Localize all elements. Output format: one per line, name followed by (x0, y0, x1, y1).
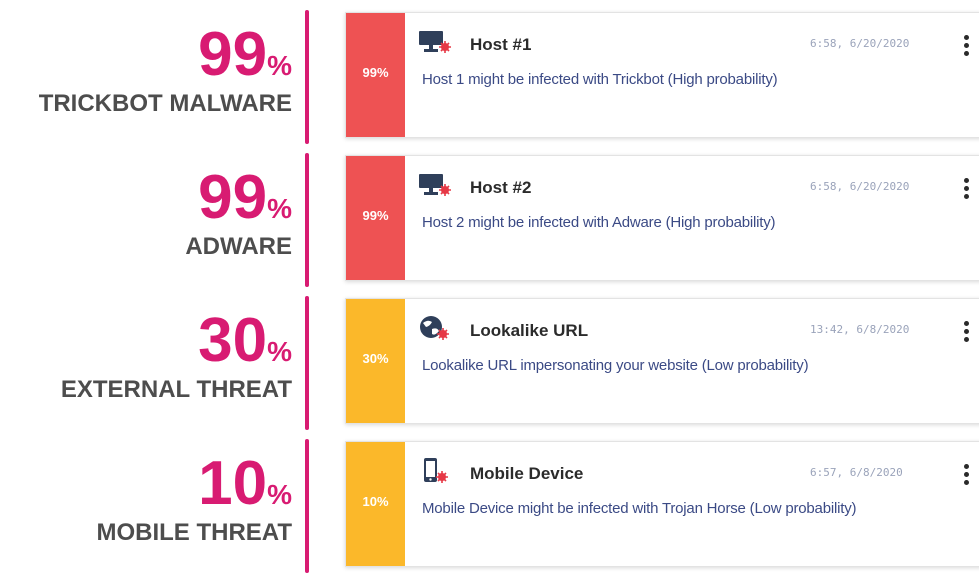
infected-host-icon (418, 172, 452, 198)
severity-bar: 99% (346, 13, 405, 137)
stat-percentage: 30% (198, 306, 292, 375)
alert-title: Lookalike URL (470, 321, 589, 340)
mobile-threat-icon (418, 458, 452, 484)
severity-bar: 99% (346, 156, 405, 280)
alert-timestamp: 6:57, 6/8/2020 (810, 466, 903, 479)
alert-description: Lookalike URL impersonating your website… (422, 357, 809, 374)
severity-bar: 10% (346, 442, 405, 566)
alert-description: Host 1 might be infected with Trickbot (… (422, 71, 778, 88)
stat-percentage: 99% (198, 20, 292, 89)
stat-label: EXTERNAL THREAT (60, 376, 292, 403)
threat-stat: 99% TRICKBOT MALWARE (0, 10, 292, 144)
threat-stat: 10% MOBILE THREAT (0, 439, 292, 573)
divider (305, 153, 309, 287)
alert-timestamp: 6:58, 6/20/2020 (810, 37, 910, 50)
severity-bar: 30% (346, 299, 405, 423)
stat-label: TRICKBOT MALWARE (38, 90, 292, 117)
more-options-icon[interactable] (962, 178, 970, 202)
threat-stat: 99% ADWARE (0, 153, 292, 287)
alert-description: Mobile Device might be infected with Tro… (422, 500, 857, 517)
alert-timestamp: 6:58, 6/20/2020 (810, 180, 910, 193)
alert-title: Mobile Device (470, 464, 584, 483)
stat-percentage: 99% (198, 163, 292, 232)
divider (305, 10, 309, 144)
alert-description: Host 2 might be infected with Adware (Hi… (422, 214, 776, 231)
threat-row: 30% EXTERNAL THREAT 30% Lookalike URL 13… (0, 296, 979, 430)
stat-percentage: 10% (198, 449, 292, 518)
divider (305, 296, 309, 430)
alert-title: Host #2 (470, 178, 532, 197)
infected-host-icon (418, 29, 452, 55)
more-options-icon[interactable] (962, 321, 970, 345)
divider (305, 439, 309, 573)
threat-row: 10% MOBILE THREAT 10% Mobile Device 6:57… (0, 439, 979, 573)
threat-stat: 30% EXTERNAL THREAT (0, 296, 292, 430)
alert-card[interactable]: 99% Host #1 6:58, 6/20/2020 Host 1 might… (345, 12, 979, 138)
alert-card[interactable]: 10% Mobile Device 6:57, 6/8/2020 Mobile … (345, 441, 979, 567)
globe-threat-icon (418, 315, 452, 341)
alert-title: Host #1 (470, 35, 532, 54)
alert-timestamp: 13:42, 6/8/2020 (810, 323, 910, 336)
alert-card[interactable]: 30% Lookalike URL 13:42, 6/8/2020 Lookal… (345, 298, 979, 424)
alert-card[interactable]: 99% Host #2 6:58, 6/20/2020 Host 2 might… (345, 155, 979, 281)
more-options-icon[interactable] (962, 35, 970, 59)
stat-label: MOBILE THREAT (96, 519, 292, 546)
stat-label: ADWARE (185, 233, 292, 260)
threat-row: 99% TRICKBOT MALWARE 99% Host #1 6:58, 6… (0, 10, 979, 144)
more-options-icon[interactable] (962, 464, 970, 488)
threat-row: 99% ADWARE 99% Host #2 6:58, 6/20/2020 H… (0, 153, 979, 287)
